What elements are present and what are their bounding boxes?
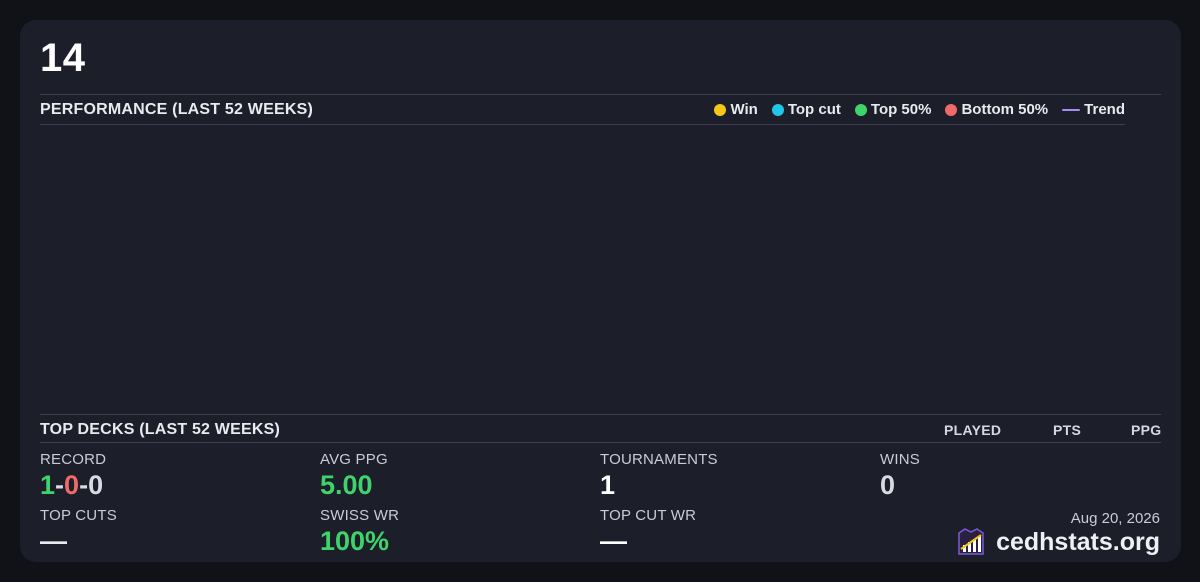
swiss-wr-value: 100% xyxy=(320,526,390,556)
divider-top xyxy=(40,94,1161,95)
legend-dot-bottom-50 xyxy=(945,103,958,116)
legend-dot-top-50 xyxy=(854,103,867,116)
brand-name: cedhstats.org xyxy=(996,527,1160,556)
record-value: 1-0-0 xyxy=(40,470,103,501)
chart-legend: Win Top cut Top 50% Bottom 50% Trend xyxy=(714,101,1125,118)
record-label: RECORD xyxy=(40,451,107,468)
avg-ppg-label: AVG PPG xyxy=(320,451,388,468)
record-sep-2: - xyxy=(79,470,89,500)
bar-chart-crest-icon xyxy=(958,528,984,555)
divider-decks-bottom xyxy=(40,442,1161,443)
legend-dot-top-cut xyxy=(771,103,784,116)
legend-label-bottom-50: Bottom 50% xyxy=(961,101,1049,118)
divider-decks-top xyxy=(40,414,1161,415)
avg-ppg-value: 5.00 xyxy=(320,470,373,500)
stats-card: 14 PERFORMANCE (LAST 52 WEEKS) Win Top c… xyxy=(20,20,1181,562)
legend-label-top-cut: Top cut xyxy=(787,101,841,118)
legend-label-trend: Trend xyxy=(1084,101,1125,118)
page-title: 14 xyxy=(40,36,86,80)
column-played: PLAYED xyxy=(944,422,1002,438)
top-decks-label: TOP DECKS (LAST 52 WEEKS) xyxy=(40,421,280,438)
top-cuts-label: TOP CUTS xyxy=(40,507,117,524)
column-pts: PTS xyxy=(1053,422,1082,438)
top-cut-wr-value: — xyxy=(600,526,627,556)
legend-item-bottom-50: Bottom 50% xyxy=(945,101,1048,118)
legend-item-trend: Trend xyxy=(1062,101,1125,118)
performance-chart xyxy=(40,126,1125,414)
footer-date: Aug 20, 2026 xyxy=(1070,510,1160,527)
legend-item-top-cut: Top cut xyxy=(771,101,841,118)
divider-chart-top xyxy=(40,124,1125,125)
brand-logo: cedhstats.org xyxy=(956,527,1160,557)
top-cuts-value: — xyxy=(40,526,67,556)
legend-item-top-50: Top 50% xyxy=(854,101,932,118)
legend-dot-win xyxy=(714,103,727,116)
top-cut-wr-label: TOP CUT WR xyxy=(600,507,697,524)
wins-value: 0 xyxy=(880,470,896,500)
record-sep-1: - xyxy=(55,470,65,500)
tournaments-value: 1 xyxy=(600,470,616,500)
column-ppg: PPG xyxy=(1131,422,1162,438)
wins-label: WINS xyxy=(880,451,920,468)
swiss-wr-label: SWISS WR xyxy=(320,507,400,524)
record-draws: 0 xyxy=(88,470,104,500)
legend-line-trend xyxy=(1062,108,1081,111)
record-losses: 0 xyxy=(64,470,80,500)
performance-label: PERFORMANCE (LAST 52 WEEKS) xyxy=(40,101,313,118)
record-wins: 1 xyxy=(40,470,56,500)
legend-label-win: Win xyxy=(730,101,758,118)
legend-item-win: Win xyxy=(714,101,758,118)
legend-label-top-50: Top 50% xyxy=(870,101,932,118)
tournaments-label: TOURNAMENTS xyxy=(600,451,718,468)
